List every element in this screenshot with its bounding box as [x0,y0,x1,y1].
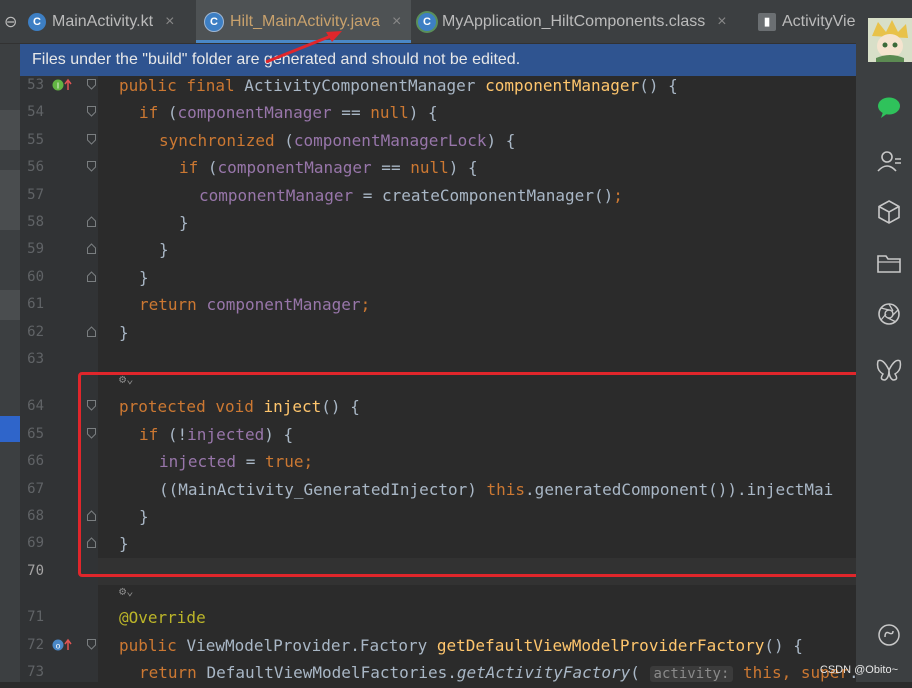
tab-myapplication-hiltcomponents[interactable]: C MyApplication_HiltComponents.class × [418,0,737,43]
line-number: 55 [27,132,44,148]
fold-marker-icon[interactable] [87,326,96,337]
implements-marker-icon[interactable]: I [52,78,74,95]
code-text: synchronized (componentManagerLock) { [159,131,516,150]
line-number: 59 [27,241,44,257]
code-line: 55 synchronized (componentManagerLock) { [20,127,856,154]
java-class-icon: C [204,11,224,32]
line-number: 72 [27,637,44,653]
code-text: return DefaultViewModelFactories.getActi… [139,663,859,682]
chat-icon[interactable] [872,93,906,123]
code-line: 62 } [20,319,856,346]
code-line: 54 if (componentManager == null) { [20,99,856,126]
line-number: 68 [27,508,44,524]
fold-marker-icon[interactable] [87,161,96,172]
editor-tab-bar: ⊖ C MainActivity.kt × C Hilt_MainActivit… [0,0,856,44]
line-number: 71 [27,609,44,625]
mini-program-icon[interactable] [872,620,906,650]
tab-label: MyApplication_HiltComponents.class [442,12,706,30]
folder-icon[interactable] [872,248,906,278]
code-line: 59 } [20,236,856,263]
code-text: @Override [119,608,206,627]
line-number: 60 [27,269,44,285]
fold-marker-icon[interactable] [87,216,96,227]
strip-selection [0,416,20,442]
fold-marker-icon[interactable] [87,106,96,117]
cube-icon[interactable] [872,197,906,227]
line-number: 66 [27,453,44,469]
strip-block [0,290,20,320]
code-text: if (componentManager == null) { [139,103,438,122]
kotlin-class-icon: C [28,12,46,31]
line-number: 54 [27,104,44,120]
code-text: componentManager = createComponentManage… [199,186,623,205]
code-text: if (componentManager == null) { [179,158,478,177]
fold-marker-icon[interactable] [87,243,96,254]
code-text: } [159,240,169,259]
arrow-annotation [265,31,342,64]
code-line: 60 } [20,264,856,291]
tab-mainactivity-kt[interactable]: C MainActivity.kt × [28,0,184,43]
code-text: public ViewModelProvider.Factory getDefa… [119,636,803,655]
avatar[interactable] [868,18,912,62]
highlight-box-annotation [78,372,871,577]
left-tool-strip [0,0,20,682]
line-number: 64 [27,398,44,414]
line-number: 58 [27,214,44,230]
strip-block [0,170,20,230]
strip-block [0,110,20,150]
line-number: 57 [27,187,44,203]
contacts-icon[interactable] [872,146,906,176]
line-number: 61 [27,296,44,312]
code-vision-hint-icon[interactable]: ⚙⌄ [119,584,133,598]
code-text: } [139,268,149,287]
code-line: 72 o public ViewModelProvider.Factory ge… [20,632,856,659]
code-line: 56 if (componentManager == null) { [20,154,856,181]
fold-marker-icon[interactable] [87,271,96,282]
line-number: 65 [27,426,44,442]
tab-activityvie[interactable]: ▮ ActivityVie [758,0,856,43]
fold-marker-icon[interactable] [87,639,96,650]
close-icon[interactable]: × [392,13,401,31]
butterfly-icon[interactable] [872,354,906,384]
svg-text:o: o [56,642,61,651]
line-number: 53 [27,77,44,93]
close-icon[interactable]: × [717,13,726,31]
close-icon[interactable]: × [165,13,174,31]
tab-label: MainActivity.kt [52,12,154,30]
aperture-icon[interactable] [872,299,906,329]
class-file-icon: C [418,12,436,31]
code-line: 57 componentManager = createComponentMan… [20,182,856,209]
fold-marker-icon[interactable] [87,134,96,145]
code-text: return componentManager; [139,295,371,314]
code-line: 71 @Override [20,604,856,631]
code-line: 53 I public final ActivityComponentManag… [20,72,856,99]
code-line: 58 } [20,209,856,236]
line-number: 56 [27,159,44,175]
line-number: 63 [27,351,44,367]
tab-scroll-left-icon[interactable]: ⊖ [4,12,18,31]
code-text: } [119,323,129,342]
watermark: CSDN @Obito~ [819,664,898,676]
code-line: 61 return componentManager; [20,291,856,318]
svg-text:I: I [57,82,59,91]
tab-label: ActivityVie [782,12,856,30]
class-file-icon: ▮ [758,12,776,31]
line-number: 69 [27,535,44,551]
line-number: 67 [27,481,44,497]
code-text: } [179,213,189,232]
override-marker-icon[interactable]: o [52,638,74,655]
fold-marker-icon[interactable] [87,79,96,90]
line-number: 62 [27,324,44,340]
line-number: 70 [27,563,44,579]
code-text: public final ActivityComponentManager co… [119,76,678,95]
parameter-hint: activity: [649,666,734,682]
code-line: 63 [20,346,856,373]
